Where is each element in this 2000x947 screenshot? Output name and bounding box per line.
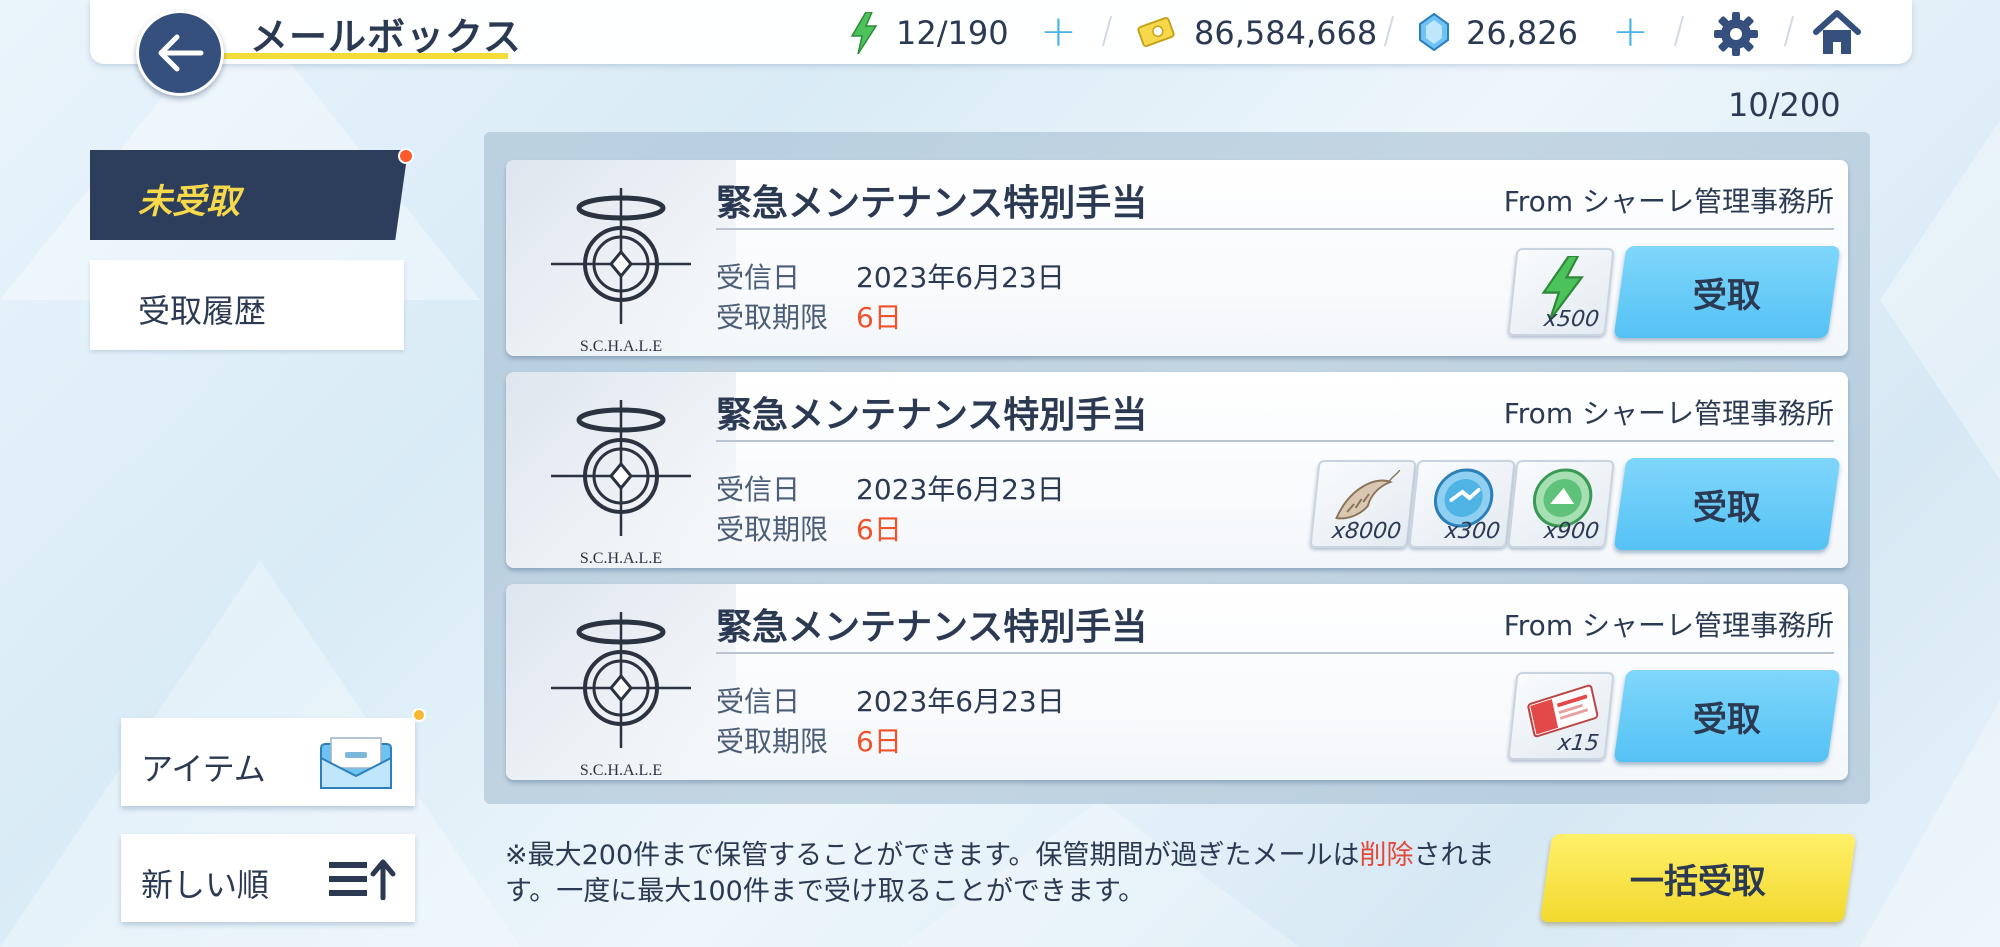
receive-button-label: 受取 [1693, 487, 1761, 528]
mail-title: 緊急メンテナンス特別手当 [716, 395, 1148, 436]
receive-button[interactable]: 受取 [1613, 246, 1841, 338]
received-date-label: 受信日 [716, 261, 801, 294]
mail-item[interactable]: S.C.H.A.L.E 緊急メンテナンス特別手当 From シャーレ管理事務所 … [506, 372, 1848, 568]
reward-item[interactable]: x900 [1507, 460, 1615, 548]
deadline-label: 受取期限 [716, 513, 829, 546]
bulk-receive-label: 一括受取 [1630, 861, 1766, 902]
item-filter-label: アイテム [141, 750, 266, 788]
reward-item[interactable]: x8000 [1309, 460, 1417, 548]
receive-button[interactable]: 受取 [1613, 670, 1841, 762]
receive-button[interactable]: 受取 [1613, 458, 1841, 550]
mailbox-box-icon [320, 737, 392, 789]
sort-order-button[interactable]: 新しい順 [121, 834, 415, 922]
reward-item[interactable]: x15 [1507, 672, 1615, 760]
notification-dot [412, 708, 426, 722]
divider [716, 440, 1834, 442]
received-date-label: 受信日 [716, 473, 801, 506]
reward-quantity: x15 [1556, 731, 1601, 756]
received-date: 2023年6月23日 [856, 685, 1065, 718]
tab-history-label: 受取履歴 [138, 292, 267, 330]
mail-item[interactable]: S.C.H.A.L.E 緊急メンテナンス特別手当 From シャーレ管理事務所 … [506, 584, 1848, 780]
mail-title: 緊急メンテナンス特別手当 [716, 183, 1148, 224]
sort-ascending-icon [329, 859, 396, 900]
notification-dot [398, 148, 414, 164]
deadline-label: 受取期限 [716, 301, 829, 334]
divider [716, 228, 1834, 230]
ap-lightning-icon [850, 12, 878, 54]
received-date: 2023年6月23日 [856, 261, 1065, 294]
title-underline [222, 53, 508, 59]
received-date-label: 受信日 [716, 685, 801, 718]
storage-notice: ※最大200件まで保管することができます。保管期間が過ぎたメールは削除されます。… [505, 838, 1505, 910]
home-icon[interactable] [1812, 8, 1862, 58]
item-filter-button[interactable]: アイテム [121, 718, 415, 806]
credit-card-icon [1137, 16, 1175, 48]
mail-sender: From シャーレ管理事務所 [1503, 185, 1834, 218]
schale-logo-icon: S.C.H.A.L.E [551, 400, 691, 566]
deadline-value: 6日 [856, 725, 902, 758]
mail-sender: From シャーレ管理事務所 [1503, 609, 1834, 642]
receive-button-label: 受取 [1693, 275, 1761, 316]
mail-count: 10/200 [1728, 86, 1841, 124]
deadline-label: 受取期限 [716, 725, 829, 758]
storage-notice-text: ※最大200件まで保管することができます。保管期間が過ぎたメールは [505, 840, 1360, 871]
back-button[interactable] [136, 10, 224, 96]
pyroxene-plus-button[interactable]: + [1612, 10, 1649, 54]
deadline-value: 6日 [856, 513, 902, 546]
divider [716, 652, 1834, 654]
ap-plus-button[interactable]: + [1040, 10, 1077, 54]
sort-order-label: 新しい順 [141, 866, 270, 904]
schale-logo-icon: S.C.H.A.L.E [551, 612, 691, 778]
ap-value: 12/190 [896, 14, 1009, 52]
reward-quantity: x300 [1443, 519, 1502, 544]
reward-item[interactable]: x300 [1408, 460, 1516, 548]
tab-unclaimed-label: 未受取 [138, 182, 240, 222]
receive-button-label: 受取 [1693, 699, 1761, 740]
reward-quantity: x8000 [1330, 519, 1403, 544]
received-date: 2023年6月23日 [856, 473, 1065, 506]
reward-quantity: x900 [1542, 519, 1601, 544]
svg-text:S.C.H.A.L.E: S.C.H.A.L.E [580, 550, 662, 566]
reward-quantity: x500 [1542, 307, 1601, 332]
arrow-left-icon [158, 34, 204, 72]
bulk-receive-button[interactable]: 一括受取 [1539, 834, 1857, 922]
pyroxene-value: 26,826 [1466, 14, 1578, 52]
pyroxene-gem-icon [1419, 12, 1449, 52]
deadline-value: 6日 [856, 301, 902, 334]
gear-icon[interactable] [1712, 10, 1760, 58]
mail-title: 緊急メンテナンス特別手当 [716, 607, 1148, 648]
svg-text:S.C.H.A.L.E: S.C.H.A.L.E [580, 338, 662, 354]
mail-sender: From シャーレ管理事務所 [1503, 397, 1834, 430]
reward-item[interactable]: x500 [1507, 248, 1615, 336]
credits-value: 86,584,668 [1194, 14, 1378, 52]
storage-notice-highlight: 削除 [1359, 840, 1414, 871]
svg-text:S.C.H.A.L.E: S.C.H.A.L.E [580, 762, 662, 778]
mail-item[interactable]: S.C.H.A.L.E 緊急メンテナンス特別手当 From シャーレ管理事務所 … [506, 160, 1848, 356]
schale-logo-icon: S.C.H.A.L.E [551, 188, 691, 354]
